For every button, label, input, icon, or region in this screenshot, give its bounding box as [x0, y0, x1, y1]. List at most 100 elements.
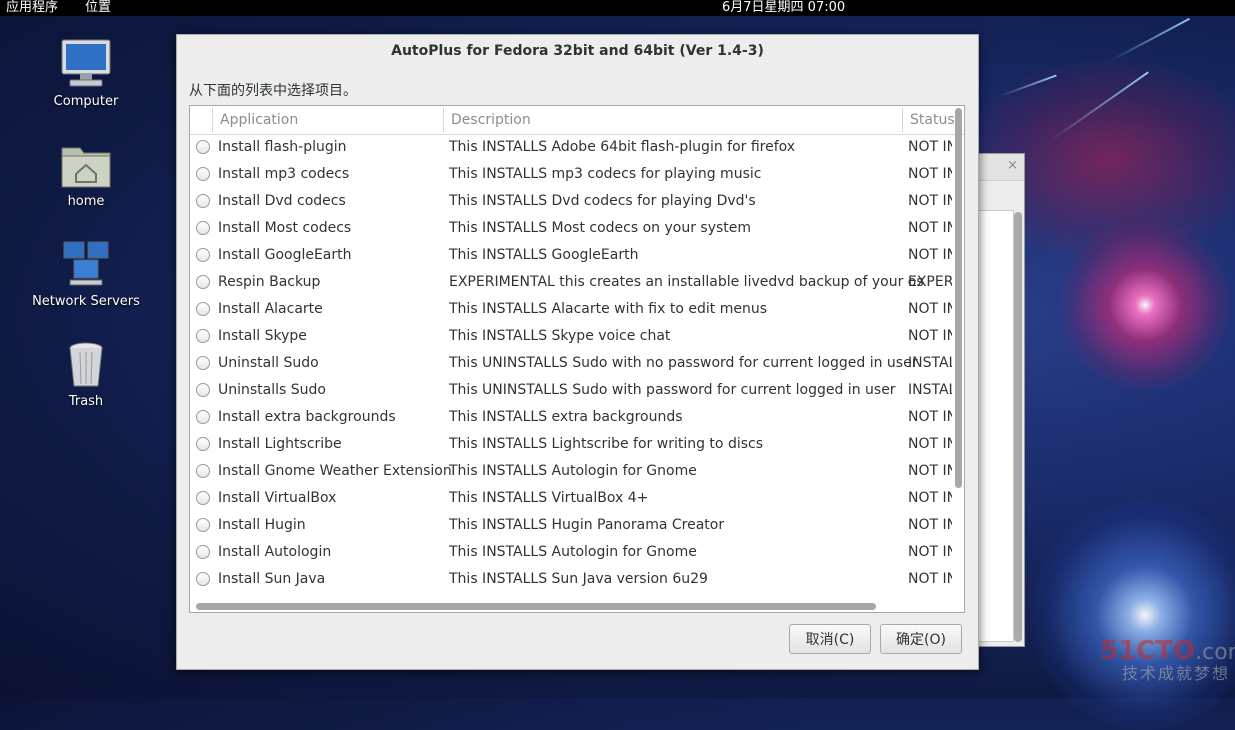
table-row[interactable]: Install Alacarte This INSTALLS Alacarte w… — [190, 296, 954, 323]
background-window-scrollbar[interactable] — [1014, 212, 1022, 642]
computer-icon — [60, 38, 112, 90]
autoplus-dialog: AutoPlus for Fedora 32bit and 64bit (Ver… — [176, 34, 979, 670]
row-radio-button[interactable] — [196, 545, 210, 559]
row-status: EXPERIMENTAL — [908, 274, 952, 290]
row-application: Install Sun Java — [218, 571, 326, 587]
row-description: This INSTALLS Hugin Panorama Creator — [449, 517, 725, 533]
desktop-icon-label: Network Servers — [32, 294, 140, 309]
row-radio-button[interactable] — [196, 410, 210, 424]
list-vertical-scrollbar[interactable] — [955, 108, 962, 488]
row-application: Install VirtualBox — [218, 490, 337, 506]
watermark-logo: 51CTO.com 技术成就梦想 — [1100, 636, 1235, 684]
desktop-icon-computer[interactable]: Computer — [26, 38, 146, 109]
row-status: NOT INSTALLED — [908, 571, 952, 587]
list-horizontal-scrollbar[interactable] — [196, 603, 876, 610]
table-row[interactable]: Install Most codecs This INSTALLS Most co… — [190, 215, 954, 242]
row-application: Install Most codecs — [218, 220, 352, 236]
row-description: This INSTALLS VirtualBox 4+ — [449, 490, 649, 506]
table-row[interactable]: Install Gnome Weather Extension This INST… — [190, 458, 954, 485]
row-radio-button[interactable] — [196, 140, 210, 154]
row-status: NOT INSTALLED — [908, 301, 952, 317]
row-status: NOT INSTALLED — [908, 517, 952, 533]
row-status: NOT INSTALLED — [908, 463, 952, 479]
table-row[interactable]: Install Hugin This INSTALLS Hugin Panoram… — [190, 512, 954, 539]
ok-button[interactable]: 确定(O) — [880, 624, 962, 654]
row-application: Install Hugin — [218, 517, 306, 533]
row-description: This INSTALLS Autologin for Gnome — [449, 463, 697, 479]
places-menu[interactable]: 位置 — [85, 0, 111, 15]
row-description: This INSTALLS Alacarte with fix to edit … — [449, 301, 767, 317]
row-description: This UNINSTALLS Sudo with password for c… — [449, 382, 896, 398]
firework-streak — [1049, 71, 1149, 142]
row-radio-button[interactable] — [196, 383, 210, 397]
row-radio-button[interactable] — [196, 194, 210, 208]
row-radio-button[interactable] — [196, 356, 210, 370]
row-status: INSTALLED — [908, 355, 952, 371]
row-radio-button[interactable] — [196, 221, 210, 235]
list-header: Application Description Status — [190, 106, 964, 135]
trash-icon — [60, 338, 112, 390]
desktop-icon-network-servers[interactable]: Network Servers — [26, 238, 146, 309]
table-row[interactable]: Install VirtualBox This INSTALLS VirtualB… — [190, 485, 954, 512]
firework-blue-decoration — [1030, 500, 1235, 730]
row-status: NOT INSTALLED — [908, 490, 952, 506]
column-header-application[interactable]: Application — [220, 106, 298, 134]
row-radio-button[interactable] — [196, 437, 210, 451]
row-description: This INSTALLS extra backgrounds — [449, 409, 683, 425]
dialog-prompt: 从下面的列表中选择项目。 — [189, 83, 357, 99]
row-radio-button[interactable] — [196, 248, 210, 262]
row-application: Install GoogleEarth — [218, 247, 352, 263]
row-status: NOT INSTALLED — [908, 247, 952, 263]
desktop-icon-home[interactable]: home — [26, 138, 146, 209]
table-row[interactable]: Install GoogleEarth This INSTALLS GoogleE… — [190, 242, 954, 269]
table-row[interactable]: Install Skype This INSTALLS Skype voice c… — [190, 323, 954, 350]
row-description: This INSTALLS Adobe 64bit flash-plugin f… — [449, 139, 796, 155]
row-radio-button[interactable] — [196, 329, 210, 343]
row-status: NOT INSTALLED — [908, 544, 952, 560]
row-application: Install extra backgrounds — [218, 409, 396, 425]
table-row[interactable]: Uninstalls Sudo This UNINSTALLS Sudo with… — [190, 377, 954, 404]
clock[interactable]: 6月7日星期四 07:00 — [722, 0, 845, 15]
row-description: This INSTALLS Autologin for Gnome — [449, 544, 697, 560]
row-application: Uninstall Sudo — [218, 355, 319, 371]
desktop-icon-label: Computer — [53, 94, 119, 109]
row-description: This INSTALLS GoogleEarth — [449, 247, 639, 263]
row-radio-button[interactable] — [196, 302, 210, 316]
row-application: Install Dvd codecs — [218, 193, 346, 209]
desktop-icon-label: Trash — [68, 394, 104, 409]
table-row[interactable]: Uninstall Sudo This UNINSTALLS Sudo with … — [190, 350, 954, 377]
column-header-status[interactable]: Status — [910, 106, 954, 134]
row-application: Install Gnome Weather Extension — [218, 463, 452, 479]
row-radio-button[interactable] — [196, 518, 210, 532]
row-radio-button[interactable] — [196, 572, 210, 586]
home-folder-icon — [60, 138, 112, 190]
row-radio-button[interactable] — [196, 464, 210, 478]
table-row[interactable]: Install Sun Java This INSTALLS Sun Java v… — [190, 566, 954, 593]
row-status: NOT INSTALLED — [908, 166, 952, 182]
table-row[interactable]: Install Autologin This INSTALLS Autologin… — [190, 539, 954, 566]
row-status: NOT INSTALLED — [908, 193, 952, 209]
column-separator — [443, 108, 444, 132]
row-description: This INSTALLS Dvd codecs for playing Dvd… — [449, 193, 756, 209]
firework-streak — [999, 74, 1057, 97]
row-radio-button[interactable] — [196, 491, 210, 505]
desktop-icon-trash[interactable]: Trash — [26, 338, 146, 409]
table-row[interactable]: Install mp3 codecs This INSTALLS mp3 code… — [190, 161, 954, 188]
cancel-button[interactable]: 取消(C) — [789, 624, 871, 654]
table-row[interactable]: Install extra backgrounds This INSTALLS e… — [190, 404, 954, 431]
applications-menu[interactable]: 应用程序 — [6, 0, 58, 15]
row-description: This INSTALLS Lightscribe for writing to… — [449, 436, 764, 452]
firework-pink-decoration — [1060, 220, 1230, 390]
table-row[interactable]: Install Dvd codecs This INSTALLS Dvd code… — [190, 188, 954, 215]
network-servers-icon — [60, 238, 112, 290]
table-row[interactable]: Install Lightscribe This INSTALLS Lightsc… — [190, 431, 954, 458]
table-row[interactable]: Respin Backup EXPERIMENTAL this creates a… — [190, 269, 954, 296]
row-status: NOT INSTALLED — [908, 328, 952, 344]
column-header-description[interactable]: Description — [451, 106, 531, 134]
row-radio-button[interactable] — [196, 275, 210, 289]
table-row[interactable]: Install flash-plugin This INSTALLS Adobe … — [190, 134, 954, 161]
close-icon[interactable]: × — [1007, 158, 1018, 173]
top-panel: 应用程序 位置 6月7日星期四 07:00 — [0, 0, 1235, 16]
row-radio-button[interactable] — [196, 167, 210, 181]
background-window: × — [975, 153, 1025, 647]
